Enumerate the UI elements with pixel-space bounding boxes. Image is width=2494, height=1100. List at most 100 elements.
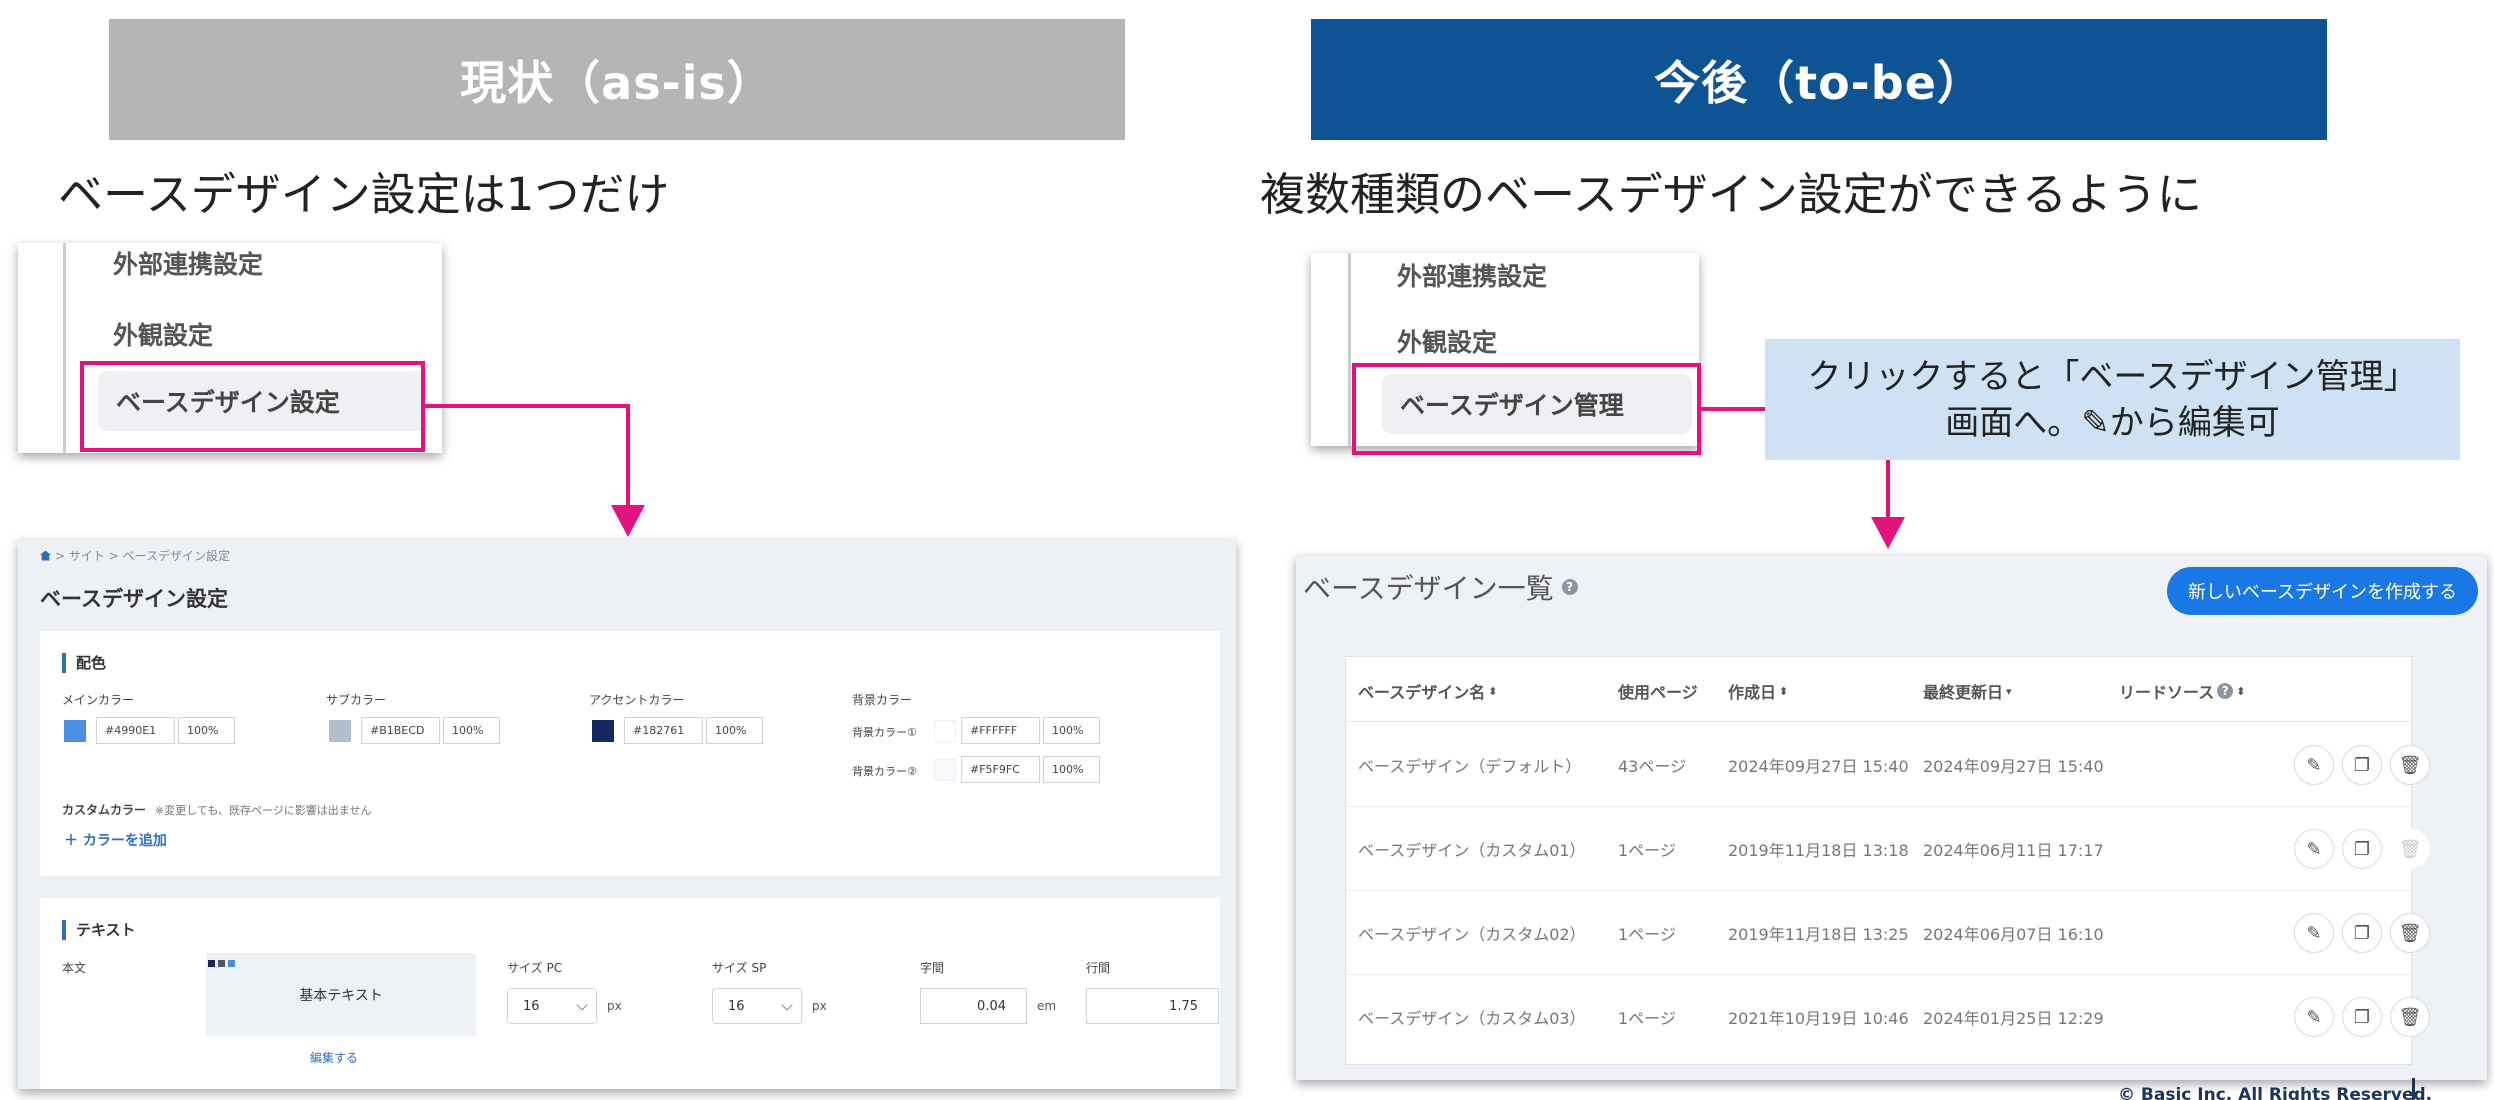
delete-trash-icon[interactable]: 🗑 — [2390, 997, 2430, 1037]
background-color-1-opacity-input[interactable]: 100% — [1043, 717, 1100, 744]
base-design-table: ベースデザイン名 ⬍ 使用ページ 作成日 ⬍ 最終更新日 ▾ リードソース? ⬍ ベース… — [1345, 656, 2430, 1065]
custom-color-label: カスタムカラー — [62, 803, 147, 817]
breadcrumb: > サイト > ベースデザイン設定 — [40, 547, 230, 564]
column-label: 作成日 — [1728, 683, 1777, 702]
delete-trash-icon: 🗑 — [2390, 829, 2430, 869]
row-created: 2019年11月18日 13:25 — [1728, 925, 1909, 944]
help-icon[interactable]: ? — [2217, 683, 2234, 699]
row-updated: 2024年06月07日 16:10 — [1923, 925, 2104, 944]
row-pages: 1ページ — [1618, 925, 1676, 944]
menu-item-appearance[interactable]: 外観設定 — [1397, 323, 1497, 359]
help-icon[interactable]: ? — [1561, 579, 1578, 595]
text-settings-card: テキスト 本文 基本テキスト 編集する サイズ PC 16 px サイズ SP … — [40, 898, 1220, 1089]
background-color-1-hex-input[interactable]: #FFFFFF — [961, 717, 1040, 744]
edit-pencil-icon[interactable]: ✎ — [2294, 829, 2334, 869]
column-header-updated[interactable]: 最終更新日 ▾ — [1923, 679, 2012, 703]
delete-trash-icon[interactable]: 🗑 — [2390, 913, 2430, 953]
size-pc-value: 16 — [523, 998, 540, 1014]
copyright: © Basic Inc. All Rights Reserved. — [2118, 1085, 2433, 1100]
sort-icon: ⬍ — [1488, 684, 1498, 698]
dot-main — [228, 960, 235, 967]
background-color-2-opacity-input[interactable]: 100% — [1043, 756, 1100, 783]
main-color-hex-input[interactable]: #4990E1 — [96, 717, 175, 744]
accent-color-opacity-input[interactable]: 100% — [706, 717, 763, 744]
row-name: ベースデザイン（カスタム01） — [1358, 841, 1586, 860]
column-header-name[interactable]: ベースデザイン名 ⬍ — [1358, 679, 1497, 703]
duplicate-icon[interactable]: ❐ — [2342, 745, 2382, 785]
menu-item-external-integration[interactable]: 外部連携設定 — [113, 245, 263, 281]
note-line-1: クリックすると「ベースデザイン管理」 — [1807, 356, 2418, 397]
duplicate-icon[interactable]: ❐ — [2342, 829, 2382, 869]
column-header-created[interactable]: 作成日 ⬍ — [1728, 679, 1788, 703]
accent-color-hex-input[interactable]: #182761 — [624, 717, 703, 744]
size-sp-label: サイズ SP — [712, 961, 767, 975]
main-color-swatch[interactable] — [64, 720, 86, 742]
color-dots-icon — [208, 960, 235, 967]
list-title: ベースデザイン一覧 ? — [1303, 567, 1578, 607]
sub-color-swatch[interactable] — [329, 720, 351, 742]
tobe-header: 今後（to-be） — [1311, 19, 2327, 140]
chevron-down-icon — [781, 999, 793, 1011]
add-color-button[interactable]: ＋ カラーを追加 — [64, 830, 167, 850]
sort-desc-icon: ▾ — [2006, 684, 2012, 698]
size-pc-unit: px — [607, 999, 622, 1013]
main-color-opacity-input[interactable]: 100% — [178, 717, 235, 744]
dot-accent — [208, 960, 215, 967]
main-color-label: メインカラー — [62, 693, 135, 707]
callout-note: クリックすると「ベースデザイン管理」 画面へ。✎から編集可 — [1765, 339, 2460, 460]
color-settings-card: 配色 メインカラー #4990E1 100% サブカラー #B1BECD 100… — [40, 631, 1220, 876]
background-color-1-swatch[interactable] — [934, 720, 956, 742]
row-created: 2019年11月18日 13:18 — [1728, 841, 1909, 860]
tobe-arrow-head — [1871, 517, 1905, 549]
line-height-input[interactable]: 1.75 — [1086, 988, 1219, 1024]
accent-color-swatch[interactable] — [592, 720, 614, 742]
create-base-design-button[interactable]: 新しいベースデザインを作成する — [2167, 567, 2478, 615]
edit-link[interactable]: 編集する — [310, 1049, 358, 1066]
column-label: ベースデザイン名 — [1358, 683, 1486, 702]
column-header-lead-source[interactable]: リードソース? ⬍ — [2119, 679, 2245, 703]
menu-item-external-integration[interactable]: 外部連携設定 — [1397, 257, 1547, 293]
asis-subheading: ベースデザイン設定は1つだけ — [58, 168, 670, 221]
delete-trash-icon[interactable]: 🗑 — [2390, 745, 2430, 785]
row-updated: 2024年09月27日 15:40 — [1923, 757, 2104, 776]
table-row: ベースデザイン（カスタム02） 1ページ 2019年11月18日 13:25 2… — [1346, 891, 2430, 975]
list-title-text: ベースデザイン一覧 — [1303, 572, 1554, 605]
sub-color-hex-input[interactable]: #B1BECD — [361, 717, 440, 744]
background-color-1-label: 背景カラー① — [852, 726, 917, 739]
sub-color-opacity-input[interactable]: 100% — [443, 717, 500, 744]
letter-spacing-unit: em — [1037, 999, 1057, 1013]
row-name: ベースデザイン（カスタム03） — [1358, 1009, 1586, 1028]
accent-color-label: アクセントカラー — [589, 693, 685, 707]
duplicate-icon[interactable]: ❐ — [2342, 913, 2382, 953]
table-row: ベースデザイン（カスタム01） 1ページ 2019年11月18日 13:18 2… — [1346, 807, 2430, 891]
section-heading-text: テキスト — [62, 920, 136, 940]
tobe-highlight-box — [1352, 363, 1701, 455]
edit-pencil-icon[interactable]: ✎ — [2294, 997, 2334, 1037]
sort-icon: ⬍ — [1779, 684, 1789, 698]
size-sp-select[interactable]: 16 — [712, 988, 802, 1024]
chevron-down-icon — [576, 999, 588, 1011]
breadcrumb-path[interactable]: > サイト > ベースデザイン設定 — [55, 547, 230, 564]
size-sp-unit: px — [812, 999, 827, 1013]
edit-pencil-icon[interactable]: ✎ — [2294, 913, 2334, 953]
size-pc-select[interactable]: 16 — [507, 988, 597, 1024]
edit-pencil-icon[interactable]: ✎ — [2294, 745, 2334, 785]
text-preview: 基本テキスト — [206, 953, 476, 1036]
sub-color-label: サブカラー — [326, 693, 387, 707]
duplicate-icon[interactable]: ❐ — [2342, 997, 2382, 1037]
column-label: リードソース — [2119, 683, 2215, 702]
size-sp-value: 16 — [728, 998, 745, 1014]
background-color-2-hex-input[interactable]: #F5F9FC — [961, 756, 1040, 783]
menu-item-appearance[interactable]: 外観設定 — [113, 316, 213, 352]
letter-spacing-input[interactable]: 0.04 — [920, 988, 1027, 1024]
background-color-2-swatch[interactable] — [934, 759, 956, 781]
page-title: ベースデザイン設定 — [40, 587, 228, 611]
section-heading-colors: 配色 — [62, 653, 106, 673]
asis-header: 現状（as-is） — [109, 19, 1125, 140]
sort-icon: ⬍ — [2236, 684, 2246, 698]
footer-accent-line — [2412, 1078, 2415, 1100]
tobe-subheading: 複数種類のベースデザイン設定ができるように — [1260, 168, 2202, 221]
home-icon[interactable] — [40, 550, 51, 561]
menu-tree-line — [1348, 253, 1351, 446]
column-label: 最終更新日 — [1923, 683, 2004, 702]
